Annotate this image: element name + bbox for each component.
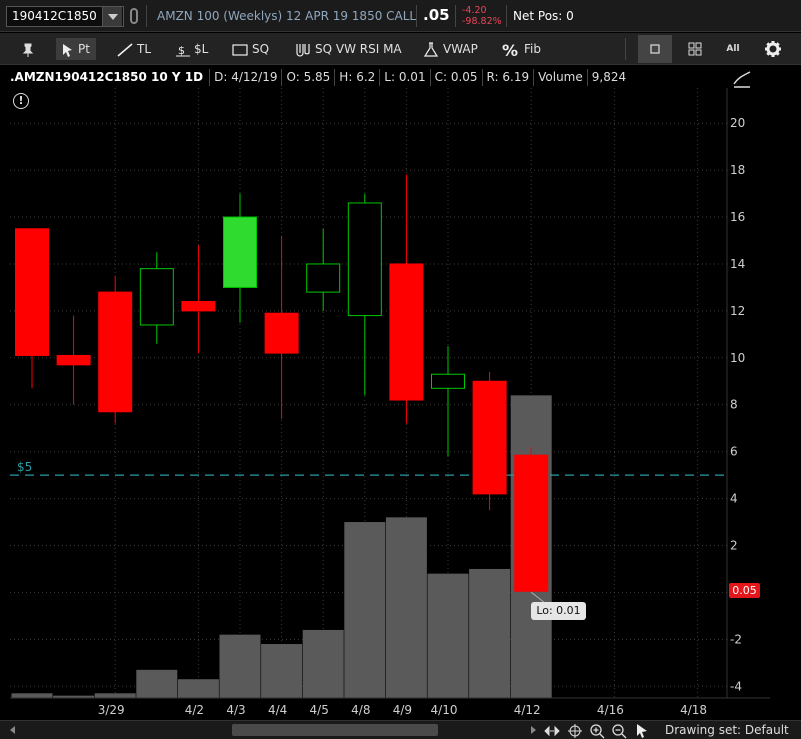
y-tick-label: 4 [730,492,738,506]
info-open-label: O: [286,70,300,84]
info-date-value: 4/12/19 [231,70,278,84]
alert-icon[interactable]: ! [13,93,29,109]
info-close: C: 0.05 [429,69,482,86]
zoom-in-icon[interactable] [589,723,605,739]
info-close-label: C: [434,70,447,84]
y-tick-label: -4 [730,679,742,693]
bottom-bar: Drawing set: Default [0,720,801,739]
volume-bar [469,568,511,698]
candle-body [472,380,507,495]
volume-bar [136,669,178,698]
y-tick-label: 10 [730,351,745,365]
volume-bar [219,634,261,698]
zoom-out-icon[interactable] [611,723,627,739]
drawing-set-label[interactable]: Drawing set: Default [665,723,789,737]
info-low-value: 0.01 [398,70,426,84]
scroll-right-arrow[interactable] [531,726,536,734]
y-tick-label: 16 [730,210,745,224]
low-tooltip: Lo: 0.01 [531,602,586,620]
last-price-badge: 0.05 [729,583,760,598]
volume-bar [261,644,303,698]
volume-bar [427,573,469,698]
info-close-value: 0.05 [450,70,478,84]
x-tick-label: 4/10 [431,703,458,717]
x-tick-label: 4/18 [680,703,707,717]
price-level-label: $5 [17,460,32,474]
x-tick-label: 4/2 [185,703,204,717]
candle-body [514,454,549,592]
x-tick-label: 4/12 [514,703,541,717]
pointer-icon[interactable] [634,723,650,739]
expand-horizontal-icon[interactable] [544,723,560,739]
y-tick-label: 8 [730,398,738,412]
volume-bar [344,522,386,698]
info-volume-label: Volume [538,70,583,84]
volume-bar [94,693,136,698]
candle-body [98,291,133,413]
info-range-value: 6.19 [502,70,530,84]
study-icon[interactable] [732,68,752,88]
volume-bar [11,693,53,698]
volume-bar [385,517,427,698]
info-open: O: 5.85 [281,69,334,86]
x-tick-label: 4/8 [351,703,370,717]
x-tick-label: 4/5 [310,703,329,717]
x-tick-label: 4/16 [597,703,624,717]
y-tick-label: 6 [730,445,738,459]
info-date-label: D: [214,70,228,84]
candle-body [431,373,465,389]
x-tick-label: 3/29 [98,703,125,717]
info-low-label: L: [384,70,396,84]
info-volume: Volume [533,69,587,86]
info-high-value: 6.2 [356,70,376,84]
info-range-label: R: [486,70,499,84]
candle-body [56,354,91,366]
scroll-left-arrow[interactable] [10,726,15,734]
candle-body [389,263,424,401]
chart-info-line: .AMZN190412C1850 10 Y 1D D: 4/12/19 O: 5.8… [10,69,630,86]
x-tick-label: 4/9 [393,703,412,717]
candle-body [15,228,49,356]
info-high-label: H: [339,70,353,84]
scroll-thumb[interactable] [232,724,438,736]
candle-body [347,202,382,317]
volume-bar [302,629,344,698]
y-tick-label: 18 [730,163,745,177]
volume-bar [177,679,219,698]
x-tick-label: 4/3 [226,703,245,717]
crosshair-icon[interactable] [567,723,583,739]
candle-body [306,263,341,293]
y-tick-label: 2 [730,539,738,553]
y-tick-label: 20 [730,116,745,130]
y-tick-label: 14 [730,257,745,271]
y-tick-label: -2 [730,632,742,646]
info-date: D: 4/12/19 [209,69,281,86]
info-range: R: 6.19 [481,69,534,86]
info-volume-value: 9,824 [586,69,630,86]
y-tick-label: 12 [730,304,745,318]
candle-body [223,216,257,288]
info-low: L: 0.01 [379,69,429,86]
x-tick-label: 4/4 [268,703,287,717]
info-high: H: 6.2 [334,69,379,86]
candle-body [181,301,216,312]
price-chart[interactable]: -4-2024681012141618203/294/24/34/44/54/8… [0,0,801,739]
info-open-value: 5.85 [303,70,331,84]
candle-body [139,268,174,326]
chart-symbol: .AMZN190412C1850 10 Y 1D [10,70,204,84]
candle-body [264,312,299,354]
